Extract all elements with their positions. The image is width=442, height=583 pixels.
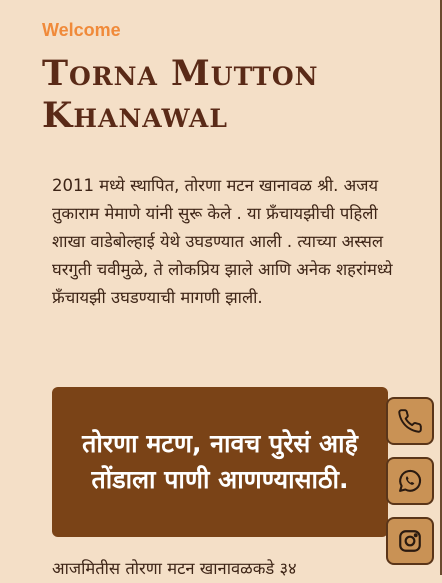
phone-button[interactable] bbox=[386, 397, 434, 445]
instagram-icon bbox=[399, 530, 421, 552]
welcome-label: Welcome bbox=[42, 20, 121, 40]
quote-text: तोरणा मटण, नावच पुरेसं आहे तोंडाला पाणी … bbox=[82, 429, 358, 494]
continuation-paragraph: आजमितीस तोरणा मटन खानावळकडे ३४ bbox=[52, 559, 297, 578]
whatsapp-icon bbox=[399, 469, 422, 492]
whatsapp-button[interactable] bbox=[386, 457, 434, 505]
instagram-button[interactable] bbox=[386, 517, 434, 565]
intro-paragraph: 2011 मध्ये स्थापित, तोरणा मटन खानावळ श्र… bbox=[52, 176, 393, 307]
phone-icon bbox=[398, 409, 422, 433]
quote-card: तोरणा मटण, नावच पुरेसं आहे तोंडाला पाणी … bbox=[52, 387, 388, 537]
page-title: Torna Mutton Khanawal bbox=[42, 53, 319, 136]
